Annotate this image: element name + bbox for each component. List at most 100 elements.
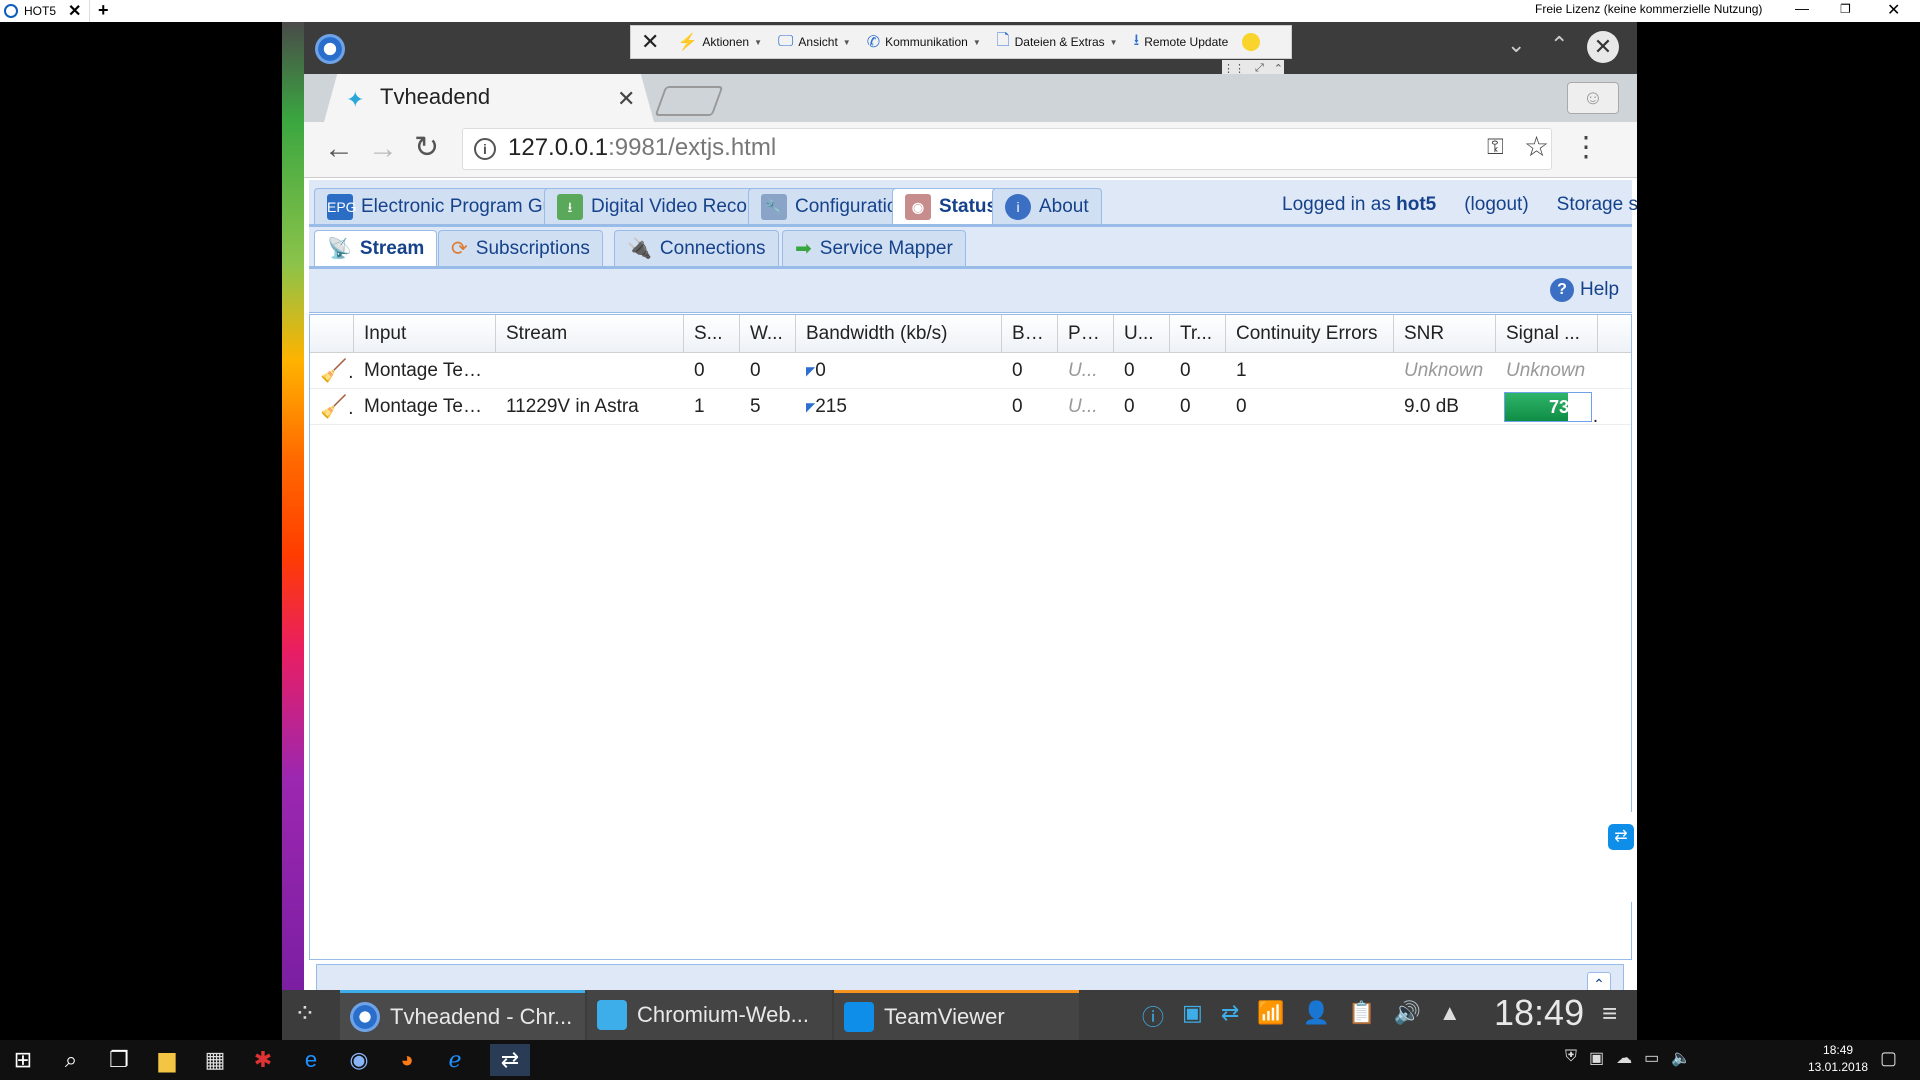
close-window-icon[interactable]: ✕: [1887, 0, 1900, 20]
remote-clock[interactable]: 18:49: [1494, 992, 1584, 1034]
clipboard-icon[interactable]: 📋: [1348, 1000, 1375, 1032]
taskbar-item-teamviewer[interactable]: TeamViewer: [834, 990, 1079, 1040]
close-session-icon[interactable]: ✕: [631, 29, 669, 55]
caret-down-icon: ▼: [1109, 37, 1118, 47]
notification-icon[interactable]: ▢: [1880, 1048, 1897, 1069]
windows-start-icon[interactable]: ⊞: [6, 1044, 40, 1076]
internet-explorer-icon[interactable]: ℯ: [438, 1044, 472, 1076]
app-launcher-icon[interactable]: ⁘: [294, 998, 316, 1029]
feedback-smiley-icon[interactable]: [1242, 33, 1261, 51]
cell-ber: 0: [1012, 360, 1023, 381]
teamviewer-icon: ⇄: [1608, 824, 1634, 850]
cell-per: U...: [1068, 360, 1098, 381]
firefox-icon[interactable]: ◕: [390, 1044, 424, 1076]
info-icon[interactable]: i: [474, 138, 496, 160]
profile-icon[interactable]: ☺: [1567, 82, 1619, 114]
actions-menu[interactable]: ⚡ Aktionen ▼: [669, 26, 770, 58]
chevron-up-icon[interactable]: ⌃: [1550, 32, 1568, 58]
browser-close-icon[interactable]: ✕: [1587, 31, 1619, 63]
communication-menu[interactable]: ✆ Kommunikation ▼: [859, 26, 989, 58]
minimize-icon[interactable]: —: [1795, 0, 1809, 16]
teamviewer-taskbar-icon[interactable]: ⇄: [490, 1044, 530, 1076]
cell-u: 0: [1124, 396, 1135, 417]
grid-header: Input Stream S... W... Bandwidth (kb/s) …: [310, 315, 1631, 353]
column-header-action[interactable]: [310, 315, 354, 353]
bookmark-star-icon[interactable]: ☆: [1524, 130, 1549, 163]
session-tab-close-button[interactable]: ✕: [68, 1, 81, 21]
subtab-connections[interactable]: 🔌 Connections: [614, 230, 779, 266]
column-header-tr[interactable]: Tr...: [1170, 315, 1226, 353]
column-header-bandwidth[interactable]: Bandwidth (kb/s): [796, 315, 1002, 353]
speaker-icon[interactable]: 🔈: [1671, 1048, 1691, 1068]
remote-update-button[interactable]: ⭳ Remote Update: [1126, 26, 1237, 58]
add-session-button[interactable]: +: [98, 0, 109, 20]
edge-icon[interactable]: e: [294, 1044, 328, 1076]
expand-icon[interactable]: ⤢: [1255, 62, 1264, 75]
view-menu[interactable]: 🖵 Ansicht ▼: [770, 26, 859, 58]
session-tab[interactable]: HOT5 ✕: [0, 0, 90, 22]
edit-marker-icon: ◤: [806, 400, 816, 414]
network-icon[interactable]: ▣: [1589, 1048, 1604, 1068]
column-header-w[interactable]: W...: [740, 315, 796, 353]
app-icon[interactable]: ✱: [246, 1044, 280, 1076]
new-tab-button[interactable]: [654, 86, 724, 116]
subtab-subscriptions[interactable]: ⟳ Subscriptions: [438, 230, 603, 266]
browser-menu-icon[interactable]: ⋮: [1572, 130, 1600, 163]
broom-icon: 🧹: [320, 394, 348, 419]
column-header-per[interactable]: PER: [1058, 315, 1114, 353]
remote-update-label: Remote Update: [1144, 35, 1229, 49]
key-icon[interactable]: ⚿: [1487, 134, 1504, 160]
clear-stats-button[interactable]: 🧹: [310, 389, 354, 425]
tab-about[interactable]: i About: [992, 188, 1102, 224]
download-icon: ⭳: [1133, 31, 1140, 49]
taskbar-item-chromium[interactable]: Chromium-Web...: [587, 990, 832, 1040]
chevron-down-icon[interactable]: ⌄: [1507, 32, 1525, 58]
logout-link[interactable]: (logout): [1464, 194, 1528, 216]
package-icon[interactable]: ▣: [1182, 1000, 1203, 1032]
subtab-service-mapper[interactable]: ➡ Service Mapper: [782, 230, 966, 266]
wifi-icon[interactable]: 📶: [1257, 1000, 1284, 1032]
cell-stream: 11229V in Astra: [506, 396, 639, 417]
column-header-signal[interactable]: Signal ...: [1496, 315, 1598, 353]
cloud-icon[interactable]: ☁: [1616, 1048, 1632, 1068]
column-header-u[interactable]: U...: [1114, 315, 1170, 353]
restore-icon[interactable]: ❐: [1840, 2, 1851, 16]
reload-icon[interactable]: ↻: [414, 130, 439, 165]
column-header-input[interactable]: Input: [354, 315, 496, 353]
taskbar-item-tvheadend[interactable]: Tvheadend - Chr...: [340, 990, 585, 1040]
panel-menu-icon[interactable]: ≡: [1602, 998, 1617, 1029]
chromium-web-icon: [597, 1000, 627, 1030]
subtab-stream[interactable]: 📡 Stream: [314, 230, 438, 266]
back-icon[interactable]: ←: [324, 132, 354, 166]
forward-icon[interactable]: →: [368, 132, 398, 166]
clear-stats-button[interactable]: 🧹: [310, 353, 354, 389]
chrome-icon[interactable]: ◉: [342, 1044, 376, 1076]
table-row[interactable]: 🧹 Montage Tec... 0 0 ◤0 0 U... 0 0 1 Unk…: [310, 353, 1631, 389]
collapse-toolbar-icon[interactable]: ⌃: [1274, 62, 1283, 75]
column-header-continuity-errors[interactable]: Continuity Errors: [1226, 315, 1394, 353]
battery-icon[interactable]: ▭: [1644, 1048, 1659, 1068]
user-icon[interactable]: 👤: [1303, 1000, 1330, 1032]
search-icon[interactable]: ⌕: [54, 1044, 88, 1076]
teamviewer-side-widget[interactable]: ⇄: [1602, 812, 1637, 902]
column-header-stream[interactable]: Stream: [496, 315, 684, 353]
url-text[interactable]: 127.0.0.1:9981/extjs.html: [508, 134, 776, 162]
help-button[interactable]: ? Help: [1550, 278, 1619, 302]
volume-icon[interactable]: 🔊: [1393, 1000, 1420, 1032]
task-view-icon[interactable]: ❐: [102, 1044, 136, 1076]
file-explorer-icon[interactable]: ▆: [150, 1044, 184, 1076]
shield-icon[interactable]: ⛨: [1565, 1048, 1577, 1068]
column-header-s[interactable]: S...: [684, 315, 740, 353]
info-tray-icon[interactable]: ⓘ: [1142, 1000, 1164, 1032]
tray-expand-icon[interactable]: ▲: [1439, 1000, 1461, 1032]
column-header-snr[interactable]: SNR: [1394, 315, 1496, 353]
table-row[interactable]: 🧹 Montage Tec... 11229V in Astra 1 5 ◤21…: [310, 389, 1631, 425]
files-extras-menu[interactable]: 🗋 Dateien & Extras ▼: [989, 26, 1126, 58]
column-header-ber[interactable]: BER: [1002, 315, 1058, 353]
teamviewer-tray-icon[interactable]: ⇄: [1221, 1000, 1239, 1032]
windows-clock[interactable]: 18:49 13.01.2018: [1808, 1042, 1868, 1076]
cell-bandwidth: ◤215: [796, 389, 1002, 425]
tab-close-icon[interactable]: ✕: [617, 86, 635, 112]
calculator-icon[interactable]: ▦: [198, 1044, 232, 1076]
edit-marker-icon: ◤: [806, 364, 816, 378]
